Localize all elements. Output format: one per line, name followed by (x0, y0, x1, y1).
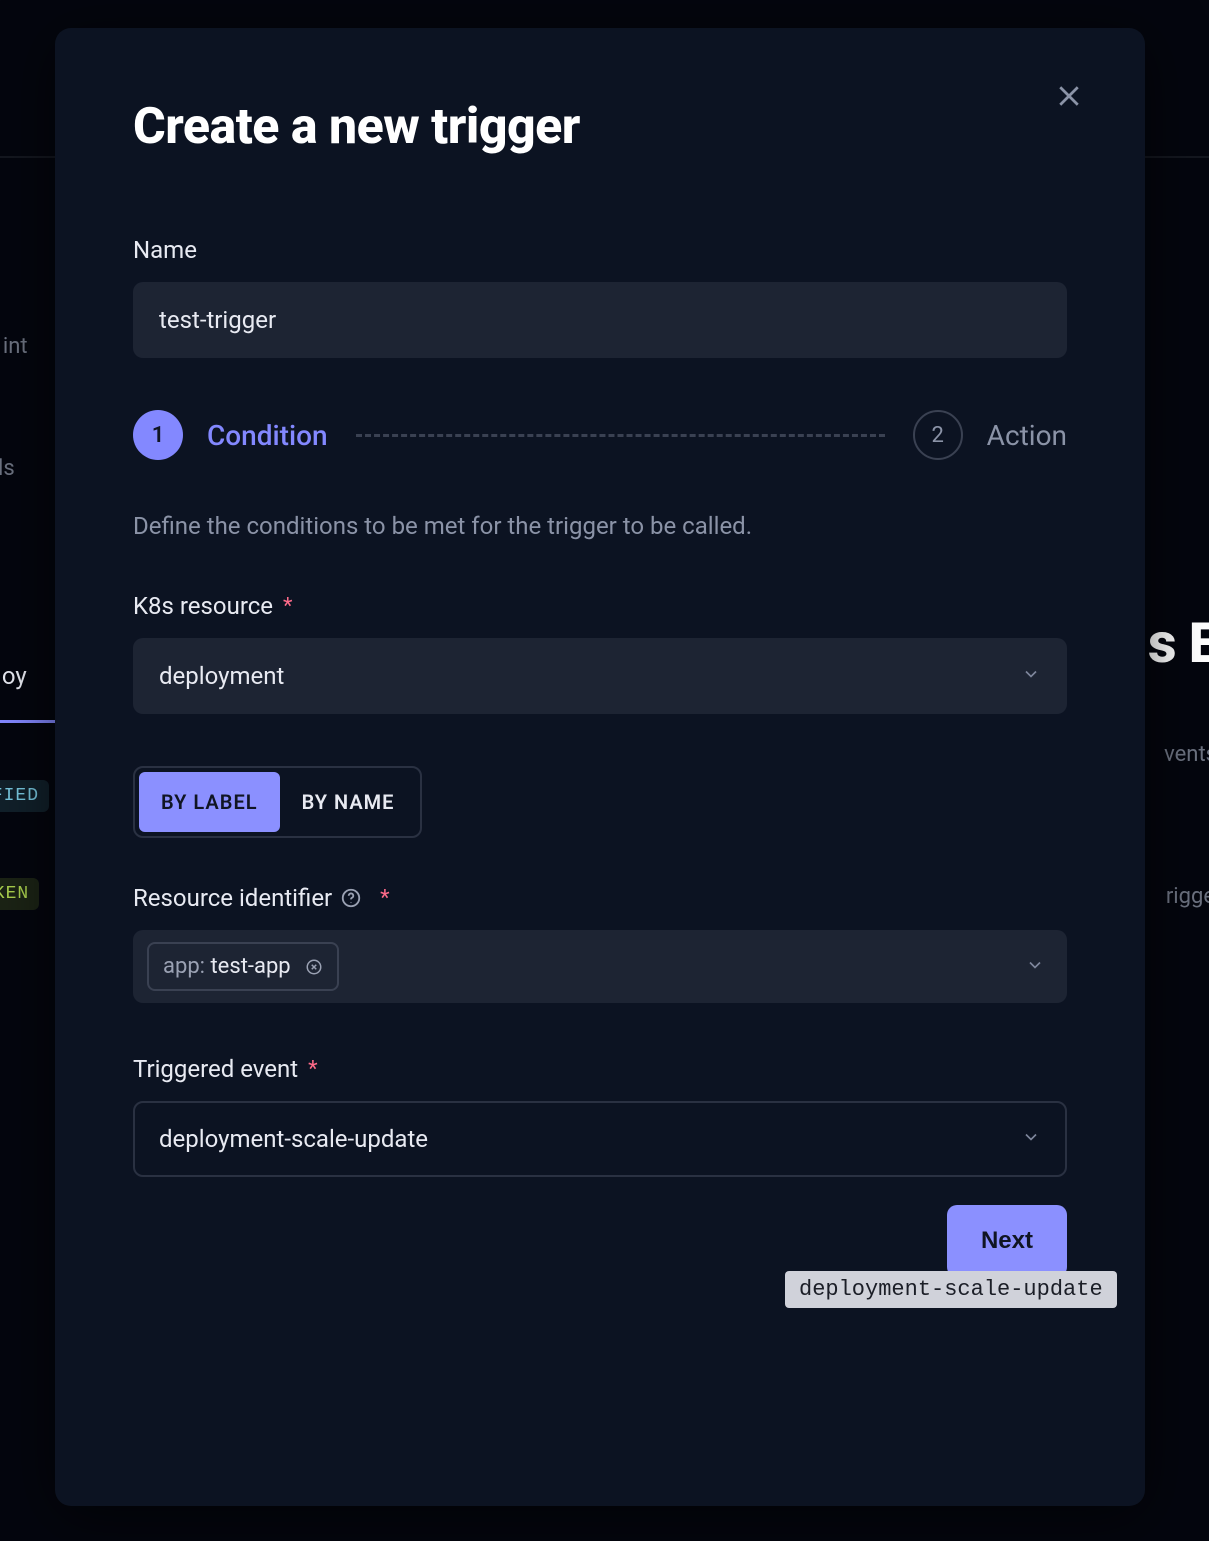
k8s-resource-label-text: K8s resource (133, 592, 273, 620)
close-button[interactable] (1049, 78, 1089, 118)
chevron-down-icon (1021, 1125, 1041, 1153)
bg-text-fragment: r int (0, 334, 28, 359)
bg-tab-underline (0, 720, 55, 723)
modal-title: Create a new trigger (133, 98, 1067, 156)
tag-key: app: (163, 954, 205, 979)
k8s-resource-select[interactable]: deployment (133, 638, 1067, 714)
resource-identifier-select[interactable]: app: test-app (133, 930, 1067, 1003)
step-description: Define the conditions to be met for the … (133, 512, 1067, 540)
create-trigger-modal: Create a new trigger Name 1 Condition 2 … (55, 28, 1145, 1506)
required-star-icon: * (283, 594, 292, 619)
modal-footer: Next (133, 1205, 1067, 1277)
triggered-event-label: Triggered event * (133, 1055, 1067, 1083)
name-label: Name (133, 236, 1067, 264)
required-star-icon: * (308, 1057, 317, 1082)
step-2-bullet: 2 (913, 410, 963, 460)
field-name: Name (133, 236, 1067, 358)
name-input[interactable] (133, 282, 1067, 358)
step-1-bullet: 1 (133, 410, 183, 460)
identifier-mode-toggle: BY LABEL BY NAME (133, 766, 422, 838)
k8s-resource-value: deployment (159, 662, 284, 690)
bg-text-fragment: ls (0, 456, 15, 481)
chevron-down-icon (1025, 955, 1045, 979)
triggered-event-value: deployment-scale-update (159, 1125, 428, 1153)
step-condition[interactable]: 1 Condition (133, 410, 328, 460)
field-k8s-resource: K8s resource * deployment (133, 592, 1067, 714)
k8s-resource-label: K8s resource * (133, 592, 1067, 620)
triggered-event-label-text: Triggered event (133, 1055, 298, 1083)
help-icon[interactable] (340, 887, 362, 909)
tag-remove-button[interactable] (305, 958, 323, 976)
by-label-button[interactable]: BY LABEL (139, 772, 280, 832)
resource-label-tag: app: test-app (147, 942, 339, 991)
resource-identifier-label-text: Resource identifier (133, 884, 332, 912)
field-triggered-event: Triggered event * deployment-scale-updat… (133, 1055, 1067, 1177)
chevron-down-icon (1021, 662, 1041, 690)
field-resource-identifier: Resource identifier * app: test-app (133, 884, 1067, 1003)
next-button[interactable]: Next (947, 1205, 1067, 1277)
close-icon (1054, 81, 1084, 115)
tag-value: test-app (210, 954, 290, 979)
bg-badge-backend: CKEN (0, 878, 39, 910)
stepper: 1 Condition 2 Action (133, 410, 1067, 460)
bg-heading-fragment: s E (1148, 610, 1209, 676)
resource-identifier-label: Resource identifier * (133, 884, 1067, 912)
step-1-label: Condition (207, 419, 328, 452)
bg-text-fragment: vents (1164, 742, 1209, 767)
bg-tab-fragment: loy (0, 662, 27, 690)
by-name-button[interactable]: BY NAME (280, 772, 417, 832)
triggered-event-select[interactable]: deployment-scale-update (133, 1101, 1067, 1177)
triggered-event-tooltip: deployment-scale-update (785, 1271, 1117, 1308)
bg-text-fragment: rigge (1166, 884, 1209, 909)
bg-badge-modified: IFIED (0, 780, 49, 812)
step-divider (356, 434, 885, 437)
step-action[interactable]: 2 Action (913, 410, 1067, 460)
required-star-icon: * (380, 886, 389, 911)
step-2-label: Action (987, 419, 1067, 452)
